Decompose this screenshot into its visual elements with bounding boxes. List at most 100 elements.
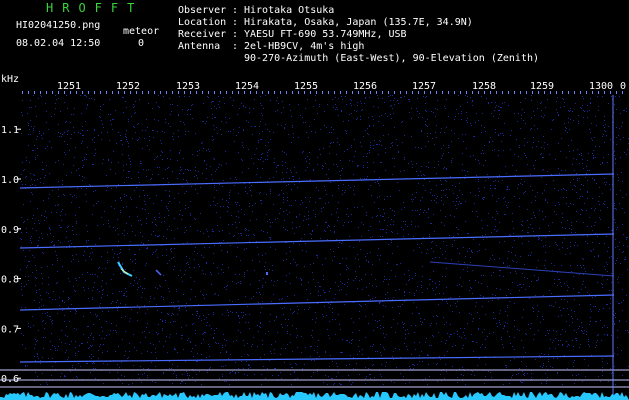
second-tick bbox=[574, 91, 575, 94]
second-tick bbox=[88, 91, 89, 94]
second-tick bbox=[436, 91, 437, 94]
second-tick bbox=[130, 91, 131, 94]
second-tick bbox=[412, 91, 413, 94]
second-tick bbox=[358, 91, 359, 94]
second-tick bbox=[580, 91, 581, 94]
second-tick bbox=[148, 91, 149, 94]
second-tick bbox=[82, 91, 83, 94]
second-tick bbox=[400, 91, 401, 94]
second-tick bbox=[196, 91, 197, 94]
second-tick bbox=[622, 91, 623, 94]
second-tick bbox=[334, 91, 335, 94]
second-tick bbox=[472, 91, 473, 94]
second-tick bbox=[562, 91, 563, 94]
second-tick bbox=[568, 91, 569, 94]
second-tick bbox=[214, 91, 215, 94]
second-tick bbox=[502, 91, 503, 94]
second-tick bbox=[28, 91, 29, 94]
second-tick bbox=[100, 91, 101, 94]
second-tick bbox=[532, 91, 533, 94]
second-tick bbox=[556, 91, 557, 94]
second-tick bbox=[22, 91, 23, 94]
second-tick bbox=[124, 91, 125, 94]
second-tick bbox=[394, 91, 395, 94]
y-tick-label: 0.8 bbox=[1, 275, 19, 286]
second-tick bbox=[544, 91, 545, 94]
second-tick bbox=[52, 91, 53, 94]
second-tick bbox=[184, 91, 185, 94]
y-tick-label: 0.7 bbox=[1, 324, 19, 335]
second-tick bbox=[286, 91, 287, 94]
x-tick-label: 1251 bbox=[57, 81, 81, 92]
unit-label: kHz bbox=[1, 74, 19, 85]
second-tick bbox=[430, 91, 431, 94]
second-tick bbox=[64, 91, 65, 94]
second-tick bbox=[160, 91, 161, 94]
second-tick bbox=[292, 91, 293, 94]
second-tick bbox=[46, 91, 47, 94]
second-tick bbox=[616, 91, 617, 94]
second-tick bbox=[604, 91, 605, 94]
second-tick bbox=[34, 91, 35, 94]
second-tick bbox=[202, 91, 203, 94]
second-tick bbox=[478, 91, 479, 94]
second-tick bbox=[460, 91, 461, 94]
second-tick bbox=[346, 91, 347, 94]
second-tick bbox=[70, 91, 71, 94]
second-tick bbox=[448, 91, 449, 94]
second-tick bbox=[310, 91, 311, 94]
second-tick bbox=[496, 91, 497, 94]
second-tick bbox=[514, 91, 515, 94]
x-tick-label: 1253 bbox=[176, 81, 200, 92]
second-tick bbox=[112, 91, 113, 94]
second-tick bbox=[598, 91, 599, 94]
meteor-echo-dot bbox=[266, 272, 268, 275]
second-tick bbox=[232, 91, 233, 94]
second-tick bbox=[526, 91, 527, 94]
second-tick bbox=[40, 91, 41, 94]
second-tick bbox=[340, 91, 341, 94]
second-tick bbox=[610, 91, 611, 94]
y-tick-label: 1.0 bbox=[1, 175, 19, 186]
second-tick bbox=[244, 91, 245, 94]
second-tick bbox=[352, 91, 353, 94]
second-tick bbox=[304, 91, 305, 94]
second-tick bbox=[190, 91, 191, 94]
x-tick-label: 1255 bbox=[294, 81, 318, 92]
second-tick bbox=[592, 91, 593, 94]
second-tick bbox=[586, 91, 587, 94]
second-tick bbox=[268, 91, 269, 94]
second-tick bbox=[220, 91, 221, 94]
x-tick-label: 1259 bbox=[530, 81, 554, 92]
second-tick bbox=[424, 91, 425, 94]
spectrogram: 1.1 1.0 0.9 0.8 0.7 0.6 1251 1252 1253 1254 1255 12… bbox=[0, 74, 629, 400]
second-tick bbox=[118, 91, 119, 94]
x-tick-label: 1258 bbox=[472, 81, 496, 92]
y-tick-label: 0.6 bbox=[1, 374, 19, 385]
second-tick bbox=[382, 91, 383, 94]
second-tick bbox=[142, 91, 143, 94]
second-tick bbox=[250, 91, 251, 94]
second-tick bbox=[388, 91, 389, 94]
second-tick bbox=[454, 91, 455, 94]
x-tick-label: 1254 bbox=[235, 81, 259, 92]
second-tick bbox=[274, 91, 275, 94]
second-tick bbox=[364, 91, 365, 94]
second-tick bbox=[520, 91, 521, 94]
second-tick bbox=[316, 91, 317, 94]
second-tick bbox=[280, 91, 281, 94]
second-tick bbox=[238, 91, 239, 94]
x-tick-label: 1300 bbox=[589, 81, 613, 92]
second-tick bbox=[370, 91, 371, 94]
second-tick bbox=[418, 91, 419, 94]
second-tick bbox=[208, 91, 209, 94]
second-tick bbox=[226, 91, 227, 94]
y-tick-label: 0.9 bbox=[1, 225, 19, 236]
second-tick bbox=[466, 91, 467, 94]
x-tick-label: 1256 bbox=[353, 81, 377, 92]
second-tick bbox=[406, 91, 407, 94]
second-tick bbox=[76, 91, 77, 94]
second-tick bbox=[94, 91, 95, 94]
second-tick bbox=[490, 91, 491, 94]
second-tick bbox=[166, 91, 167, 94]
